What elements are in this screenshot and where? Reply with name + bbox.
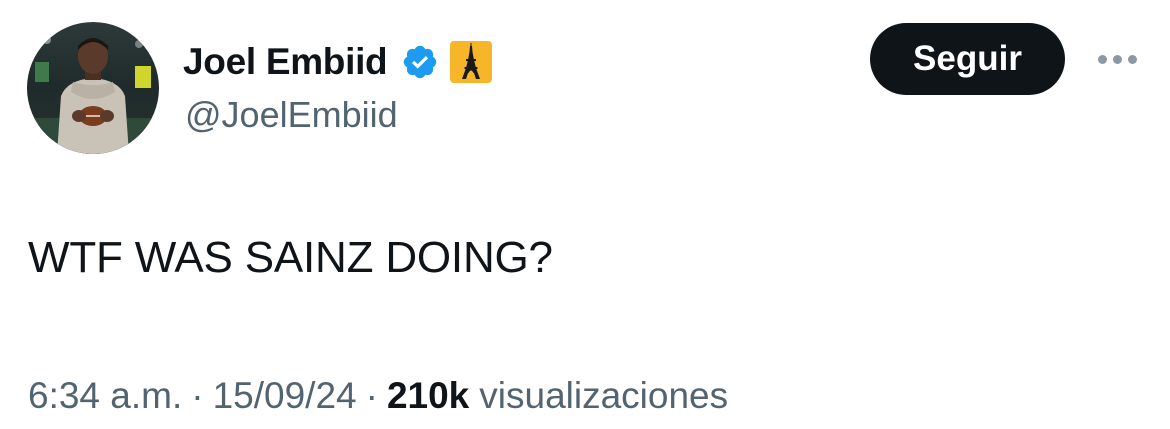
tweet-date[interactable]: 15/09/24	[213, 375, 357, 417]
author-name-row: Joel Embiid	[183, 38, 493, 86]
eiffel-tower-icon[interactable]	[449, 40, 493, 84]
avatar[interactable]	[27, 22, 159, 154]
views-label: visualizaciones	[479, 375, 729, 416]
views-count[interactable]: 210k	[387, 375, 469, 417]
tweet-text: WTF WAS SAINZ DOING?	[28, 233, 553, 282]
tweet-card: Joel Embiid @JoelEmbiid Seguir WTF WAS S…	[0, 0, 1170, 429]
verified-check-icon[interactable]	[401, 43, 439, 81]
meta-separator: ·	[365, 375, 378, 416]
avatar-photo	[27, 22, 159, 154]
author-handle[interactable]: @JoelEmbiid	[185, 94, 398, 136]
more-horizontal-icon	[1127, 54, 1137, 64]
more-horizontal-icon	[1112, 54, 1122, 64]
meta-separator: ·	[191, 375, 204, 416]
more-options-button[interactable]	[1092, 44, 1142, 74]
tweet-meta: 6:34 a.m. · 15/09/24 · 210k visualizacio…	[28, 375, 728, 417]
more-horizontal-icon	[1097, 54, 1107, 64]
author-display-name[interactable]: Joel Embiid	[183, 41, 388, 83]
tweet-time[interactable]: 6:34 a.m.	[28, 375, 182, 417]
follow-button[interactable]: Seguir	[870, 23, 1065, 95]
